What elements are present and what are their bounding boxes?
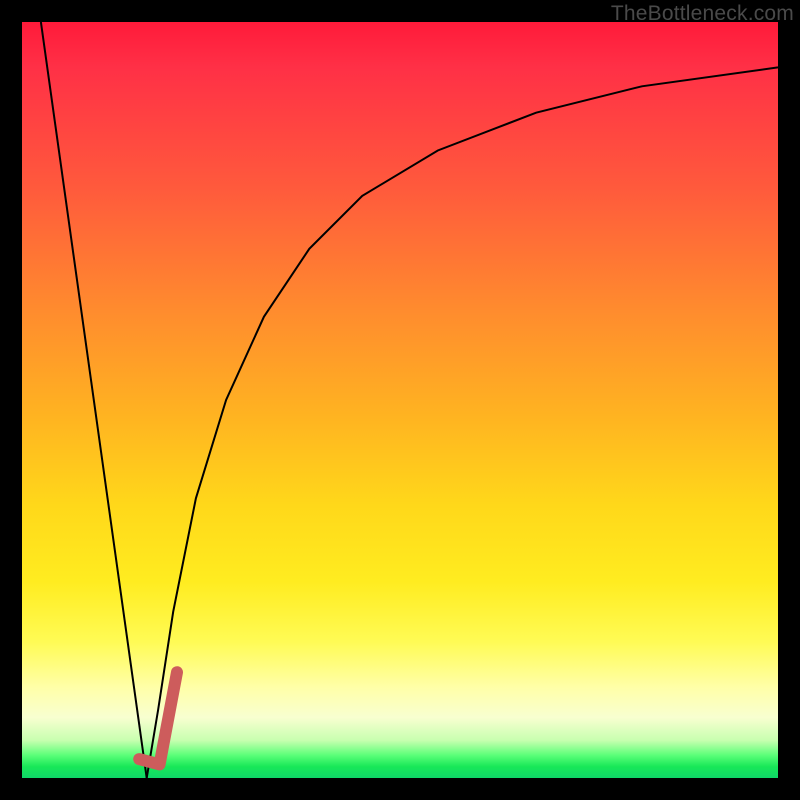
series-left-slope: [41, 22, 147, 778]
chart-frame: TheBottleneck.com: [0, 0, 800, 800]
series-pink-marker: [139, 672, 177, 764]
series-group: [41, 22, 778, 778]
chart-svg: [22, 22, 778, 778]
watermark-text: TheBottleneck.com: [611, 2, 794, 26]
plot-area: [22, 22, 778, 778]
series-asymptotic-curve: [147, 67, 778, 778]
